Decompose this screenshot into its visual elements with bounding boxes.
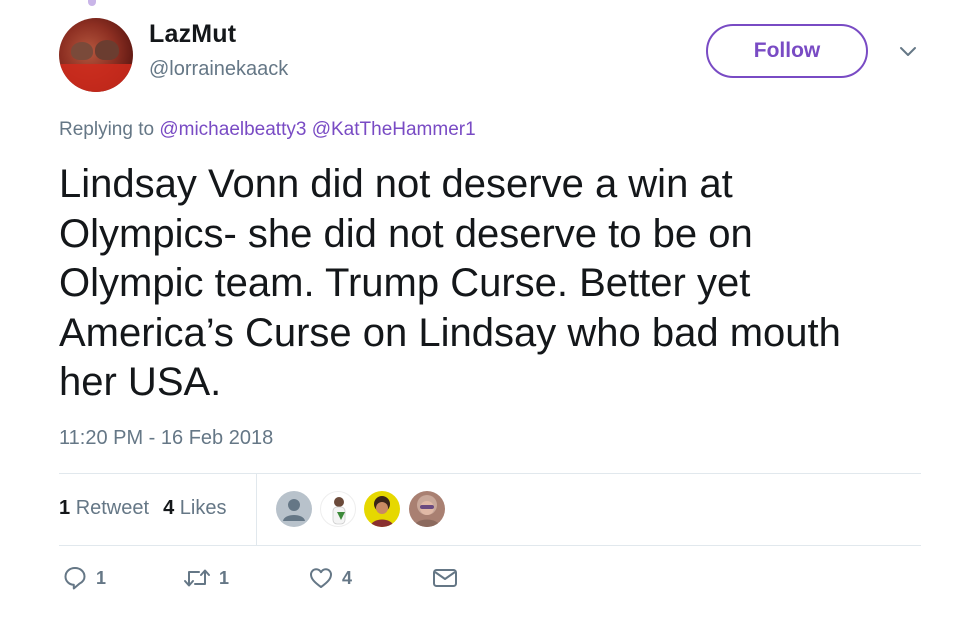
- divider: [59, 545, 921, 546]
- retweet-button[interactable]: 1: [183, 565, 229, 591]
- tweet-stats: 1 Retweet 4 Likes: [59, 497, 226, 520]
- reply-count: 1: [96, 567, 107, 588]
- tweet-timestamp[interactable]: 11:20 PM - 16 Feb 2018: [59, 427, 273, 450]
- author-avatar[interactable]: [59, 18, 133, 92]
- retweet-icon: [184, 569, 210, 587]
- liker-avatar-woman-yellow[interactable]: [364, 491, 400, 527]
- likes-stat-link[interactable]: 4 Likes: [163, 497, 226, 519]
- author-display-name[interactable]: LazMut: [149, 20, 236, 49]
- retweet-action-count: 1: [219, 567, 230, 588]
- chevron-down-icon[interactable]: [894, 38, 922, 66]
- top-edge-decoration: [88, 0, 96, 6]
- reply-button[interactable]: 1: [62, 565, 106, 591]
- mention-link-katthehammer1[interactable]: @KatTheHammer1: [312, 119, 476, 140]
- replying-to-label: Replying to: [59, 119, 155, 140]
- direct-message-button[interactable]: [431, 565, 459, 591]
- author-handle[interactable]: @lorrainekaack: [149, 58, 288, 81]
- mention-link-michaelbeatty3[interactable]: @michaelbeatty3: [159, 119, 306, 140]
- retweet-label: Retweet: [75, 497, 150, 519]
- envelope-icon: [433, 569, 457, 587]
- replying-to-line: Replying to @michaelbeatty3 @KatTheHamme…: [59, 119, 476, 141]
- reply-icon: [64, 567, 86, 590]
- like-count: 4: [163, 497, 175, 519]
- heart-icon: [310, 568, 332, 588]
- stats-divider: [256, 474, 257, 545]
- divider: [59, 473, 921, 474]
- follow-button[interactable]: Follow: [706, 24, 868, 78]
- tweet-text: Lindsay Vonn did not deserve a win at Ol…: [59, 162, 841, 404]
- like-label: Likes: [179, 497, 227, 519]
- like-action-count: 4: [342, 567, 353, 588]
- liker-avatar-man[interactable]: [320, 491, 356, 527]
- like-button[interactable]: 4: [308, 565, 352, 591]
- liker-avatar-default[interactable]: [276, 491, 312, 527]
- retweet-count: 1: [59, 497, 71, 519]
- retweets-stat-link[interactable]: 1 Retweet: [59, 497, 149, 519]
- liker-avatar-woman-sunglasses[interactable]: [409, 491, 445, 527]
